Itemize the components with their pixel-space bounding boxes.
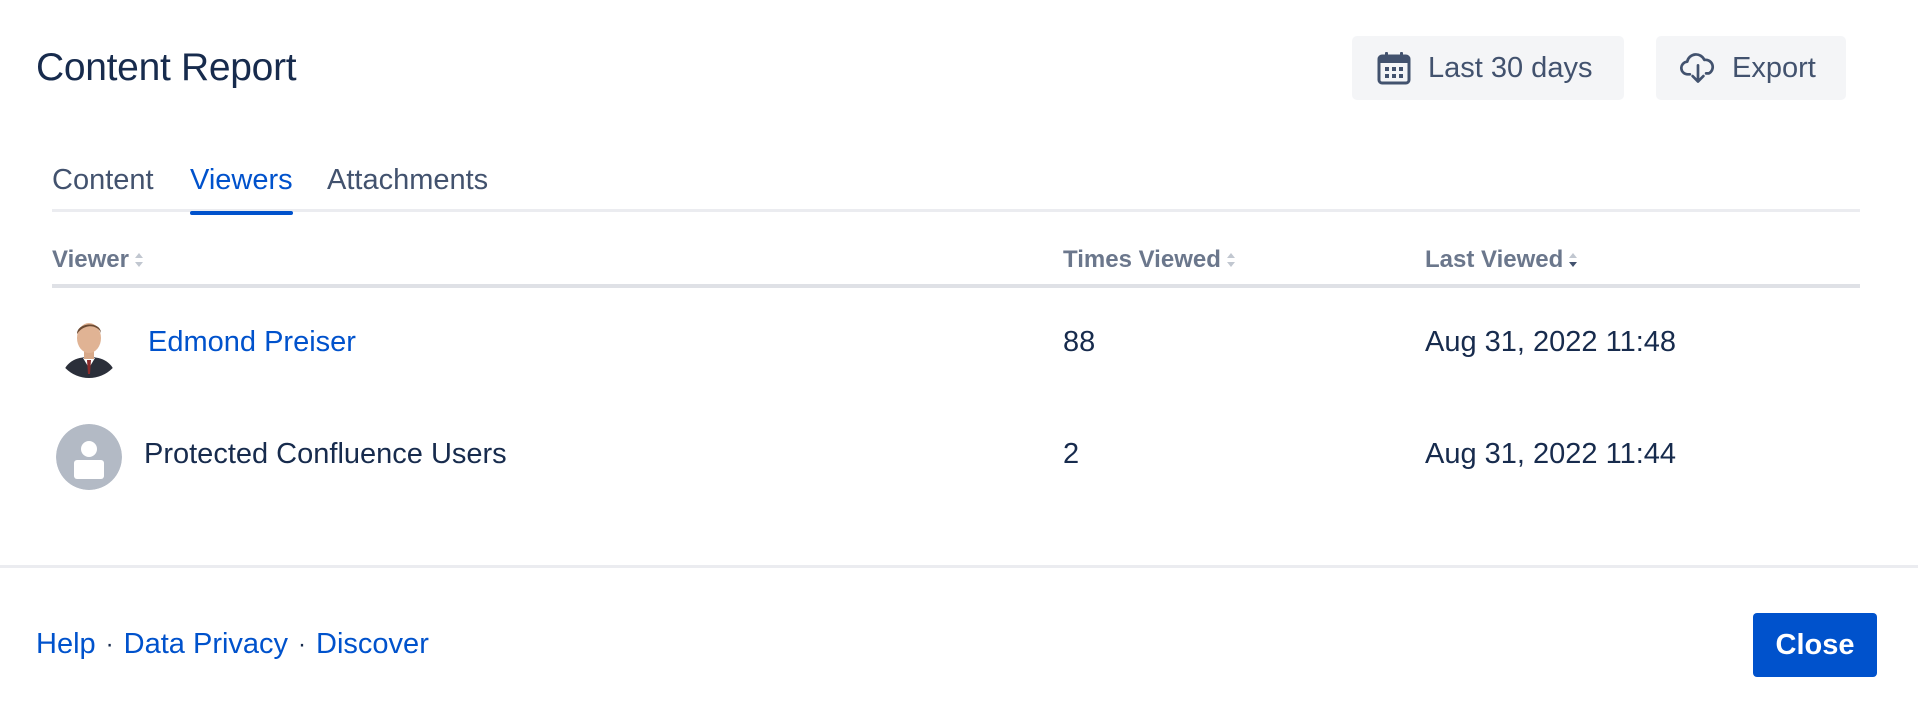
times-viewed-value: 2 [1063, 438, 1080, 470]
footer-divider [0, 565, 1918, 568]
times-viewed-value: 88 [1063, 326, 1096, 358]
tab-viewers[interactable]: Viewers [190, 160, 293, 215]
default-user-icon [56, 424, 122, 490]
column-header-label: Times Viewed [1063, 246, 1221, 273]
sort-neutral-icon [1225, 251, 1237, 269]
footer-links: Help · Data Privacy · Discover [36, 628, 429, 661]
export-label: Export [1732, 51, 1816, 84]
link-separator: · [298, 630, 307, 658]
report-tabs: Content Viewers Attachments [52, 160, 1860, 215]
table-row: Protected Confluence Users 2 Aug 31, 202… [52, 402, 1860, 512]
table-row: Edmond Preiser 88 Aug 31, 2022 11:48 [52, 290, 1860, 400]
last-viewed-value: Aug 31, 2022 11:48 [1425, 326, 1677, 358]
export-button[interactable]: Export [1656, 36, 1846, 100]
link-separator: · [105, 630, 114, 658]
last-viewed-value: Aug 31, 2022 11:44 [1425, 438, 1677, 470]
user-photo-icon [56, 312, 122, 378]
tab-attachments[interactable]: Attachments [327, 160, 488, 212]
help-link[interactable]: Help [36, 628, 96, 661]
page-title: Content Report [36, 46, 297, 89]
data-privacy-link[interactable]: Data Privacy [124, 628, 288, 661]
column-header-last-viewed[interactable]: Last Viewed [1425, 246, 1579, 274]
viewer-name: Protected Confluence Users [144, 438, 507, 470]
calendar-icon [1376, 50, 1412, 86]
close-button[interactable]: Close [1753, 613, 1877, 677]
tab-content[interactable]: Content [52, 160, 154, 212]
column-header-label: Viewer [52, 246, 129, 273]
viewer-name-link[interactable]: Edmond Preiser [148, 326, 356, 359]
sort-descending-icon [1567, 251, 1579, 269]
column-header-viewer[interactable]: Viewer [52, 246, 145, 274]
column-header-times-viewed[interactable]: Times Viewed [1063, 246, 1237, 274]
sort-neutral-icon [133, 251, 145, 269]
discover-link[interactable]: Discover [316, 628, 429, 661]
table-header: Viewer Times Viewed Last Viewed [52, 236, 1860, 288]
date-range-label: Last 30 days [1428, 51, 1593, 84]
date-range-button[interactable]: Last 30 days [1352, 36, 1624, 100]
column-header-label: Last Viewed [1425, 246, 1564, 273]
cloud-download-icon [1680, 50, 1716, 86]
